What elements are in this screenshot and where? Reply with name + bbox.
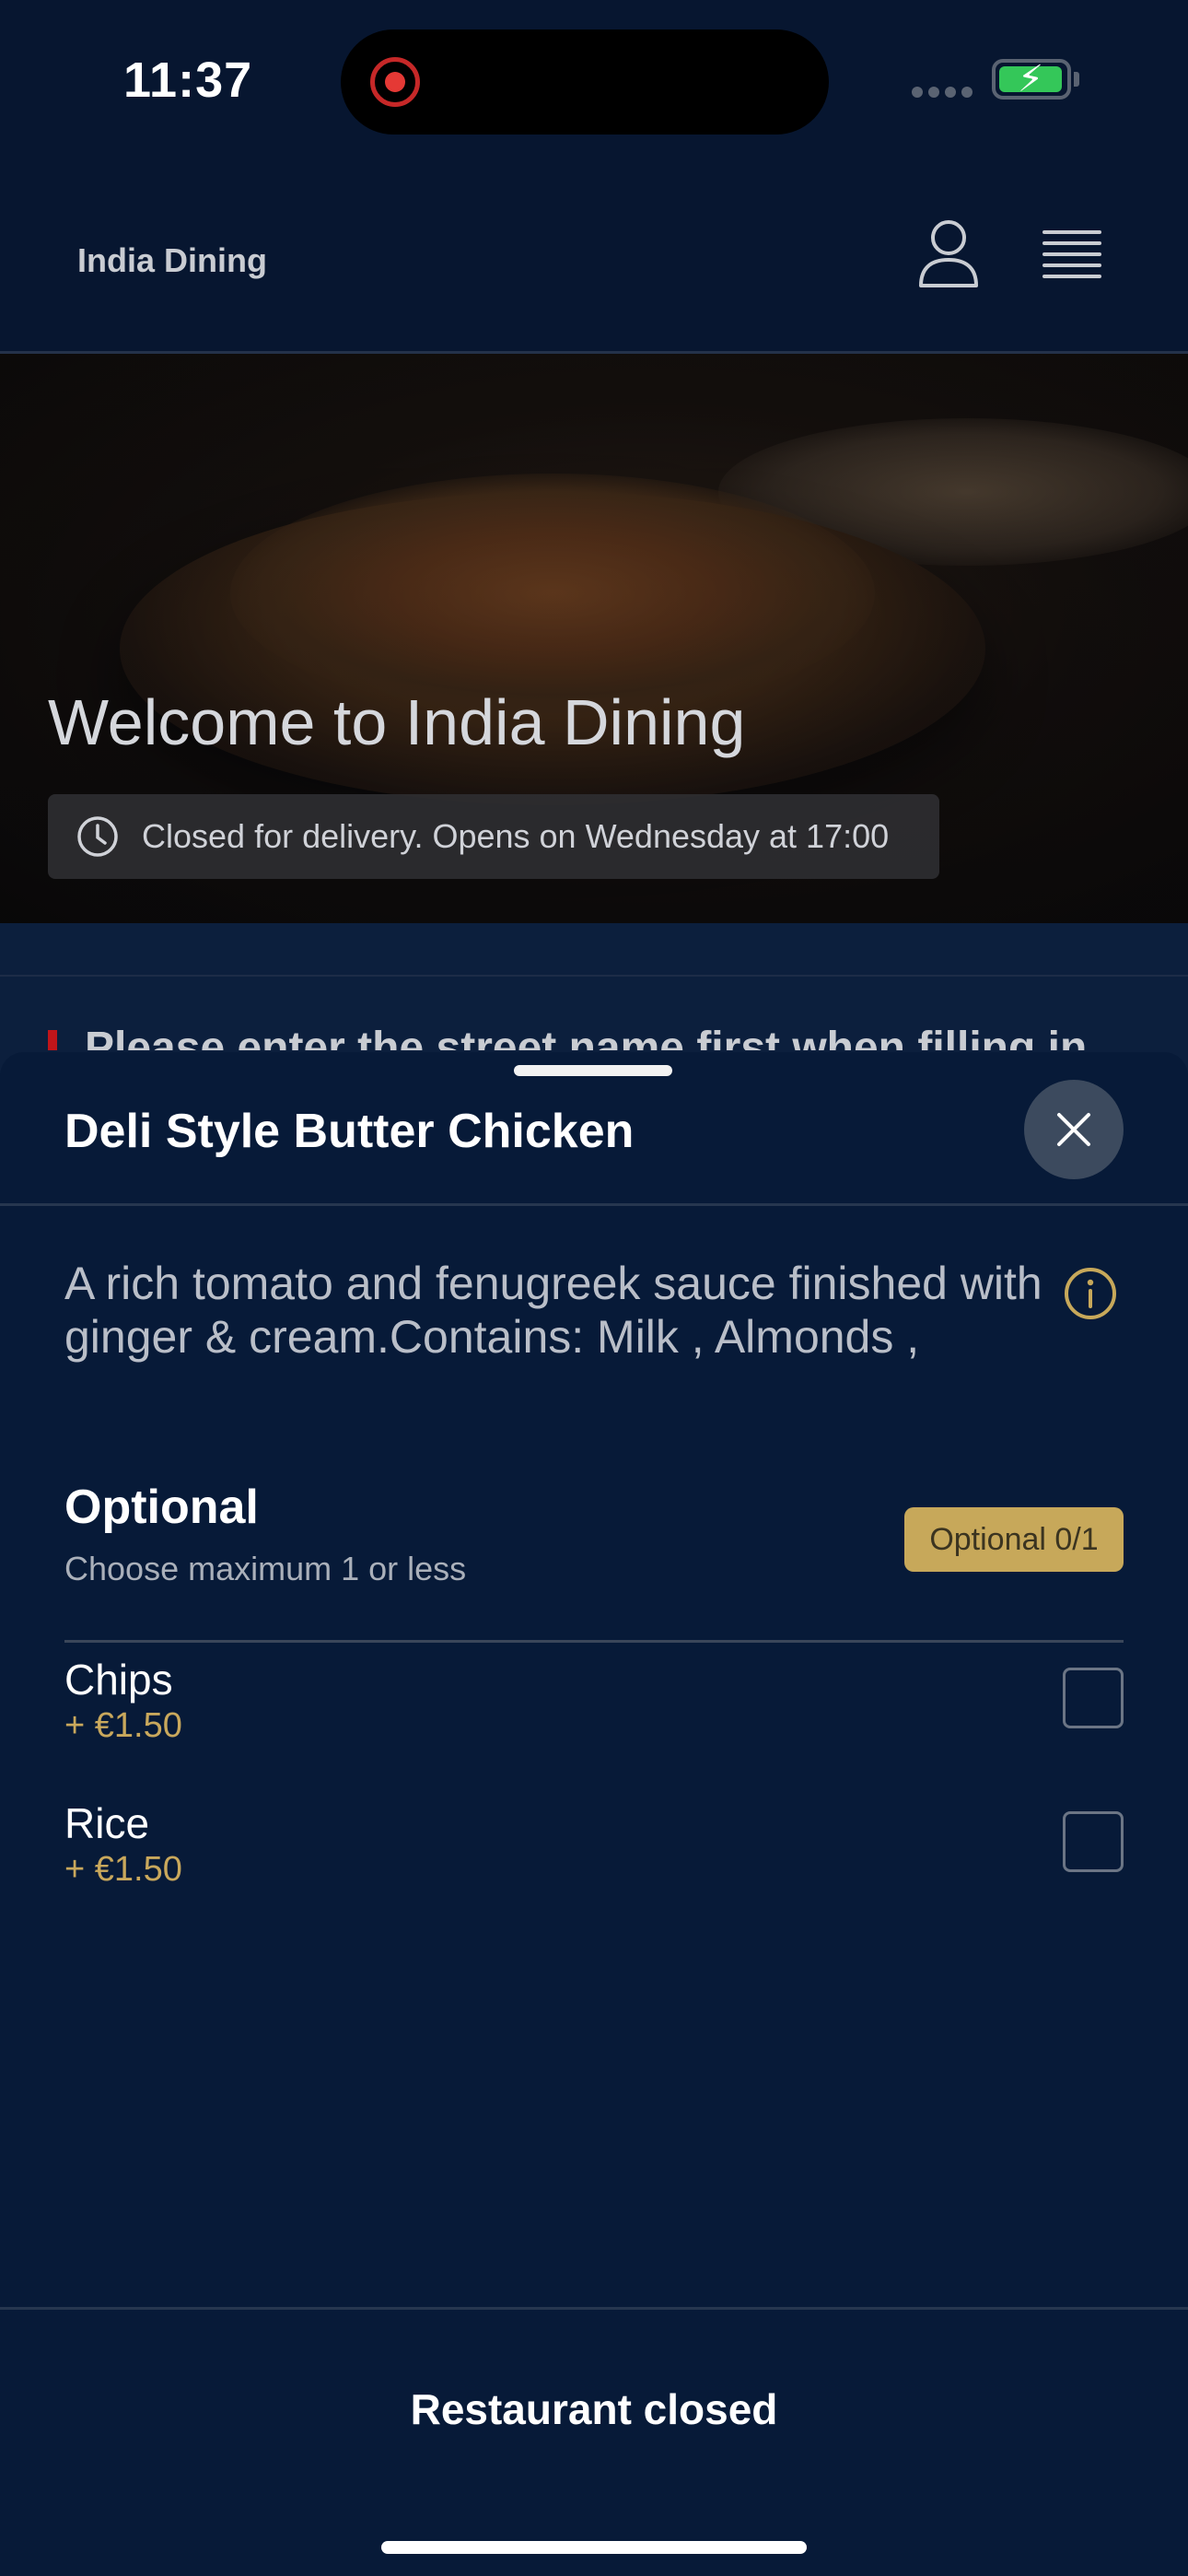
restaurant-closed-button[interactable]: Restaurant closed <box>318 2377 870 2441</box>
sheet-grabber[interactable] <box>514 1065 672 1076</box>
recording-icon <box>370 57 420 107</box>
menu-icon[interactable] <box>1042 230 1101 278</box>
signal-icon <box>912 87 973 98</box>
notice-text: Please enter the street name first when … <box>85 1024 1088 1050</box>
info-icon[interactable] <box>1063 1266 1118 1321</box>
close-button[interactable] <box>1024 1080 1124 1179</box>
option-checkbox[interactable] <box>1063 1811 1124 1872</box>
app-header: India Dining <box>0 157 1188 354</box>
option-price: + €1.50 <box>64 1850 182 1889</box>
notice-marker <box>48 1030 57 1050</box>
user-icon[interactable] <box>915 217 982 289</box>
brand-name[interactable]: India Dining <box>77 241 267 280</box>
status-time: 11:37 <box>123 53 253 108</box>
delivery-status-text: Closed for delivery. Opens on Wednesday … <box>142 817 890 855</box>
battery-icon: ⚡ <box>992 59 1071 100</box>
optional-section-title: Optional <box>64 1481 259 1534</box>
option-item-chips[interactable]: Chips + €1.50 <box>64 1655 1124 1798</box>
home-indicator[interactable] <box>381 2541 807 2554</box>
option-price: + €1.50 <box>64 1706 182 1745</box>
product-description: A rich tomato and fenugreek sauce finish… <box>64 1258 1042 1363</box>
product-title: Deli Style Butter Chicken <box>64 1105 635 1158</box>
dynamic-island <box>341 29 829 135</box>
option-name: Chips <box>64 1656 173 1704</box>
option-checkbox[interactable] <box>1063 1668 1124 1728</box>
optional-count-badge: Optional 0/1 <box>904 1507 1124 1572</box>
hero-banner: Welcome to India Dining Closed for deliv… <box>0 354 1188 923</box>
option-name: Rice <box>64 1799 150 1847</box>
hero-title: Welcome to India Dining <box>48 686 746 758</box>
clock-icon <box>77 816 118 857</box>
delivery-status-badge: Closed for delivery. Opens on Wednesday … <box>48 794 939 879</box>
status-bar: 11:37 ⚡ <box>0 0 1188 157</box>
address-notice: Please enter the street name first when … <box>0 977 1188 1050</box>
close-icon <box>1057 1113 1090 1146</box>
optional-section-subtitle: Choose maximum 1 or less <box>64 1550 467 1587</box>
option-item-rice[interactable]: Rice + €1.50 <box>64 1798 1124 1942</box>
